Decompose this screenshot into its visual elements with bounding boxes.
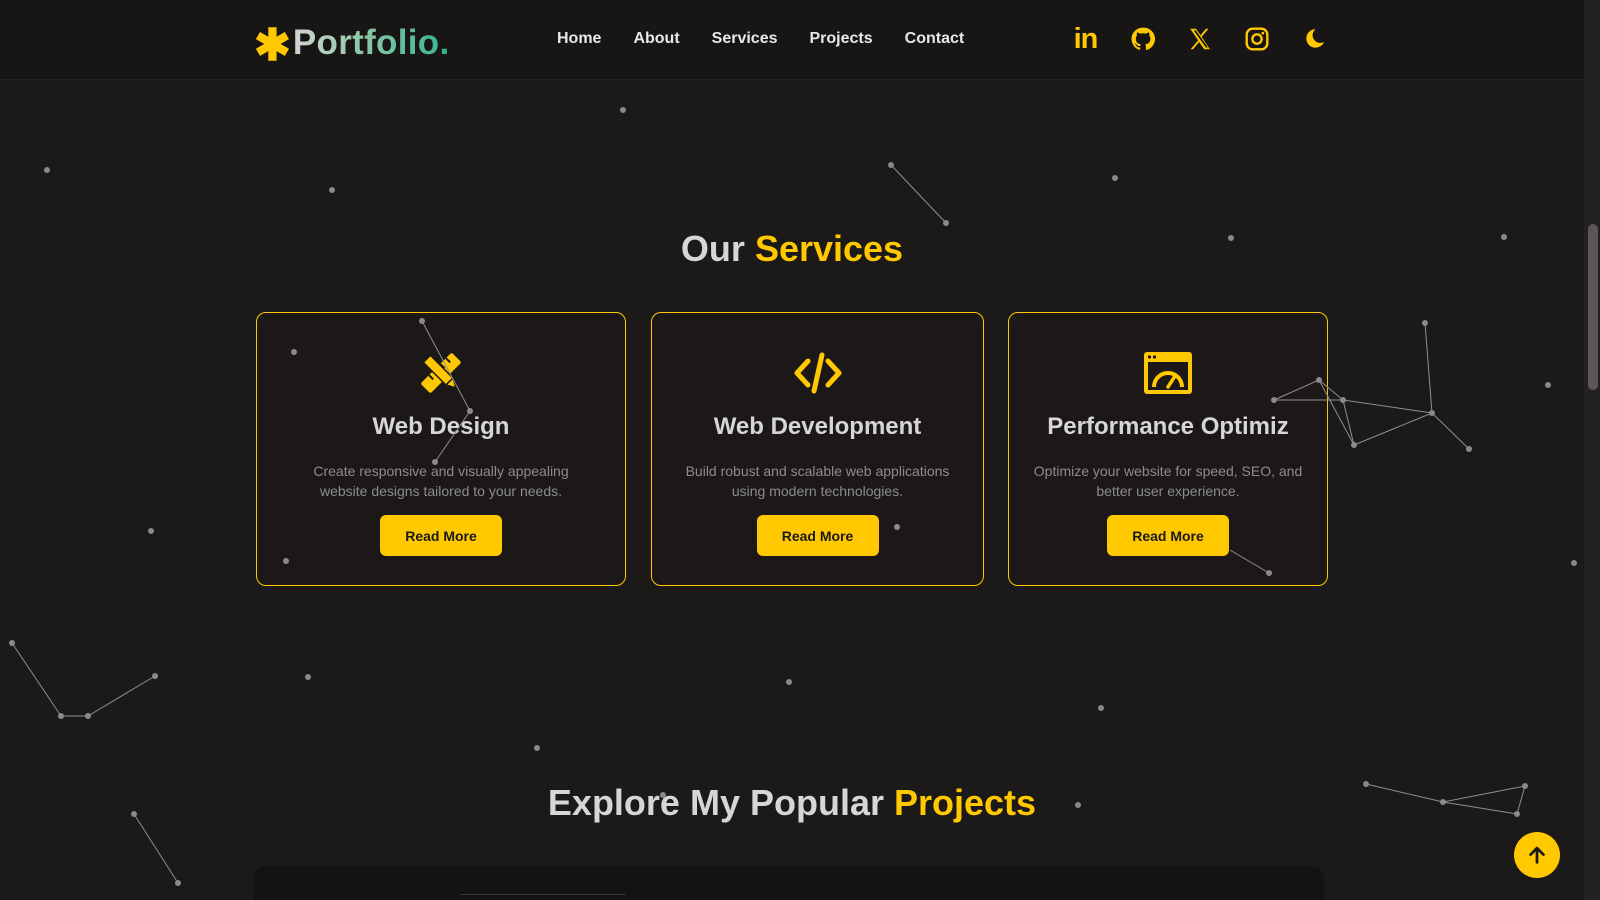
nav-services[interactable]: Services (712, 30, 778, 48)
moon-icon[interactable] (1300, 24, 1327, 54)
logo-star-icon: ✱ (254, 21, 291, 70)
service-card-title: Web Design (372, 413, 510, 440)
service-card-performance: Performance Optimiz Optimize your websit… (1008, 312, 1328, 586)
nav-projects[interactable]: Projects (810, 30, 873, 48)
nav-home[interactable]: Home (557, 30, 601, 48)
service-card-title: Performance Optimiz (1047, 413, 1289, 440)
projects-heading-accent: Projects (894, 782, 1037, 823)
scroll-to-top-button[interactable] (1514, 832, 1560, 878)
scrollbar-thumb[interactable] (1588, 224, 1598, 390)
project-divider (460, 894, 626, 895)
logo-text: Portfolio (292, 23, 440, 62)
projects-heading-plain: Explore My Popular (547, 782, 884, 823)
projects-heading: Explore My Popular Projects (0, 782, 1584, 824)
services-heading-accent: Services (754, 228, 904, 269)
github-icon[interactable] (1129, 24, 1156, 54)
main-nav: Home About Services Projects Contact (557, 30, 964, 48)
nav-contact[interactable]: Contact (905, 30, 965, 48)
read-more-button[interactable]: Read More (1107, 515, 1229, 556)
logo[interactable]: ✱ Portfolio . (254, 18, 449, 68)
read-more-button[interactable]: Read More (380, 515, 502, 556)
service-card-web-design: Web Design Create responsive and visuall… (256, 312, 626, 586)
service-card-description: Create responsive and visually appealing… (313, 463, 569, 499)
linkedin-icon[interactable]: in (1072, 24, 1099, 54)
services-heading: Our Services (0, 228, 1584, 270)
linkedin-text: in (1073, 22, 1099, 55)
x-icon[interactable] (1186, 24, 1213, 54)
speedometer-window-icon (1009, 347, 1327, 399)
page-scrollbar[interactable] (1584, 0, 1600, 900)
service-card-title: Web Development (713, 413, 922, 440)
code-icon (652, 347, 983, 399)
instagram-icon[interactable] (1243, 24, 1270, 54)
services-heading-plain: Our (680, 228, 745, 269)
project-card-preview (254, 866, 1324, 900)
nav-about[interactable]: About (633, 30, 679, 48)
service-card-description: Build robust and scalable web applicatio… (685, 463, 950, 499)
pencil-ruler-icon (257, 347, 625, 399)
social-links: in (1072, 24, 1327, 54)
service-card-web-development: Web Development Build robust and scalabl… (651, 312, 984, 586)
site-header: ✱ Portfolio . Home About Services Projec… (0, 0, 1584, 80)
read-more-button[interactable]: Read More (756, 515, 879, 556)
service-card-description: Optimize your website for speed, SEO, an… (1033, 463, 1303, 499)
logo-dot: . (439, 23, 450, 62)
arrow-up-icon (1529, 846, 1545, 864)
